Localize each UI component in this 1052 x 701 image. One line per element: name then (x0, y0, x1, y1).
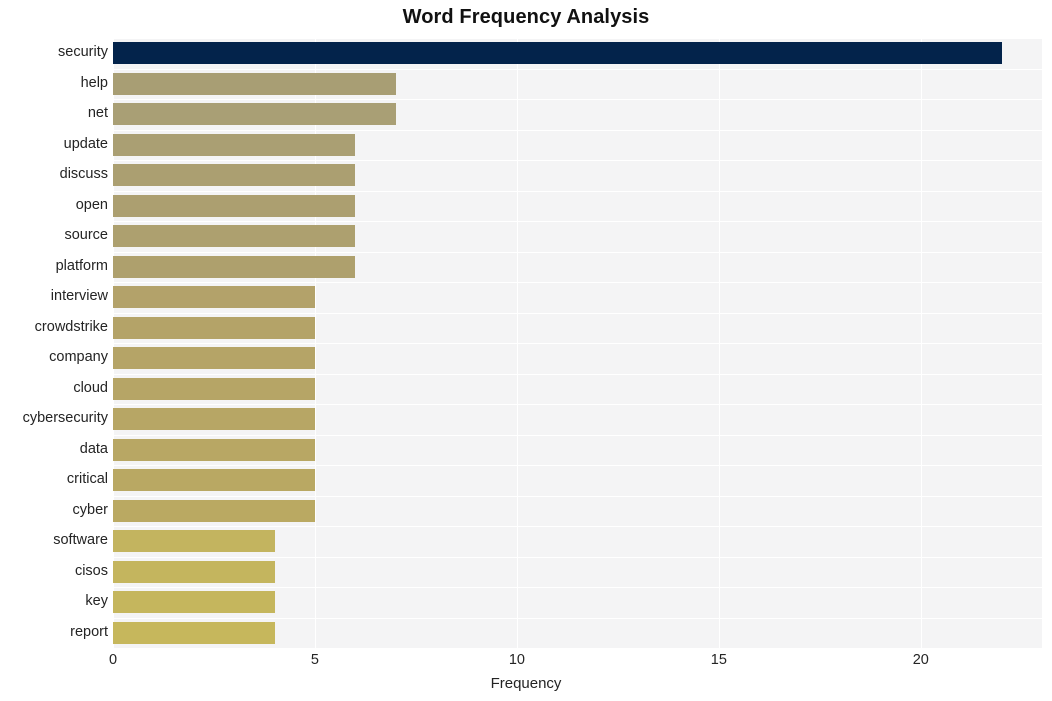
gridline-horizontal (113, 221, 1042, 222)
bar[interactable] (113, 133, 356, 156)
y-axis-tick-label: key (85, 593, 108, 610)
gridline-horizontal (113, 465, 1042, 466)
x-axis-tick-label: 15 (710, 652, 727, 668)
bar[interactable] (113, 103, 396, 126)
y-axis-tick-label: cyber (72, 501, 108, 518)
x-axis-title: Frequency (490, 675, 562, 692)
y-axis-tick-label: cisos (74, 562, 108, 579)
bar[interactable] (113, 72, 396, 95)
gridline-horizontal (113, 373, 1042, 375)
bar[interactable] (113, 530, 275, 553)
bar[interactable] (113, 316, 315, 339)
y-axis-tick-label: data (79, 440, 108, 457)
gridline-horizontal (113, 495, 1042, 497)
chart-title: Word Frequency Analysis (402, 6, 650, 28)
x-axis-tick-label: 5 (310, 652, 319, 668)
y-axis-tick-label: source (64, 227, 108, 244)
bar[interactable] (113, 408, 315, 431)
y-axis-tick-label: company (49, 349, 108, 366)
y-axis-tick-label: help (80, 74, 108, 91)
bar[interactable] (113, 438, 315, 461)
x-axis-tick-label: 0 (108, 652, 118, 668)
y-axis-tick-label: security (58, 44, 108, 61)
gridline-horizontal (113, 556, 1042, 558)
y-axis-tick-label: crowdstrike (34, 318, 108, 335)
y-axis-tick-label: interview (50, 288, 108, 305)
bar[interactable] (113, 194, 356, 217)
gridline-horizontal (113, 251, 1042, 253)
gridline-horizontal (113, 434, 1042, 436)
bar[interactable] (113, 286, 315, 309)
gridline-horizontal (113, 160, 1042, 161)
bar[interactable] (113, 499, 315, 522)
gridline-horizontal (113, 526, 1042, 527)
bar[interactable] (113, 164, 356, 187)
x-axis-tick-label: 10 (508, 652, 525, 668)
plot-area (113, 38, 1042, 649)
gridline-horizontal (113, 38, 1042, 39)
bar[interactable] (113, 591, 275, 614)
y-axis-tick-label: update (63, 135, 108, 152)
gridline-horizontal (113, 190, 1042, 192)
gridline-horizontal (113, 99, 1042, 100)
y-axis-tick-label: cybersecurity (22, 410, 108, 427)
y-axis-tick-label: software (53, 532, 108, 549)
gridline-horizontal (113, 404, 1042, 405)
x-axis-tick-label: 20 (912, 652, 929, 668)
y-axis-tick-label: critical (66, 471, 108, 488)
gridline-horizontal (113, 282, 1042, 283)
y-axis-tick-label: report (70, 623, 108, 640)
gridline-horizontal (113, 68, 1042, 70)
bar[interactable] (113, 621, 275, 644)
gridline-horizontal (113, 648, 1042, 649)
bar[interactable] (113, 225, 356, 248)
gridline-horizontal (113, 343, 1042, 344)
bar[interactable] (113, 42, 1002, 65)
bar[interactable] (113, 560, 275, 583)
bar[interactable] (113, 469, 315, 492)
y-axis-tick-label: discuss (59, 166, 108, 183)
gridline-horizontal (113, 587, 1042, 588)
gridline-horizontal (113, 312, 1042, 314)
gridline-horizontal (113, 129, 1042, 131)
y-axis-tick-label: open (75, 196, 108, 213)
y-axis-tick-label: net (87, 105, 108, 122)
bar[interactable] (113, 347, 315, 370)
bar[interactable] (113, 255, 356, 278)
gridline-horizontal (113, 617, 1042, 619)
y-axis-tick-label: platform (55, 257, 108, 274)
bar[interactable] (113, 377, 315, 400)
word-frequency-bar-chart: Word Frequency Analysis security help net u… (0, 0, 1052, 701)
y-axis-tick-label: cloud (73, 379, 108, 396)
